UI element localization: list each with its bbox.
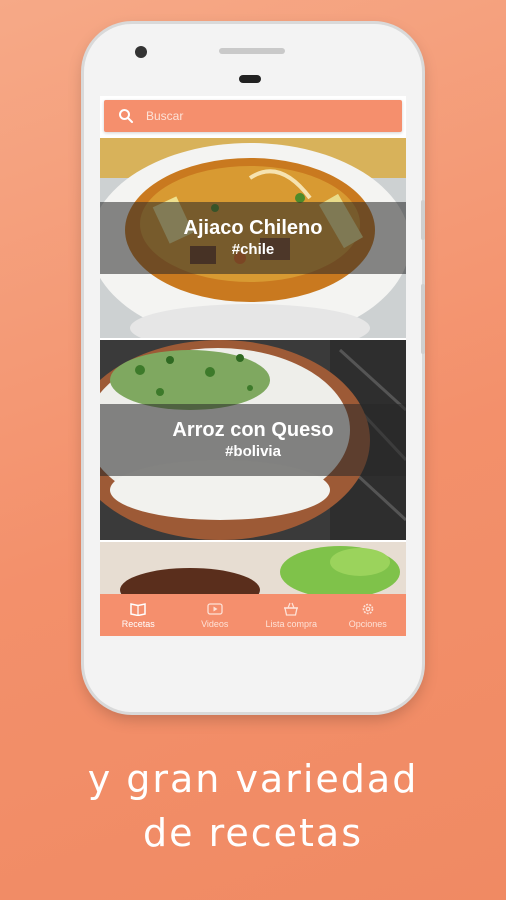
recipe-card-partial[interactable] bbox=[100, 542, 406, 598]
promo-caption: y gran variedad de recetas bbox=[0, 752, 506, 860]
nav-videos[interactable]: Videos bbox=[177, 594, 254, 636]
recipe-title: Arroz con Queso bbox=[172, 419, 334, 441]
recipe-tag: #chile bbox=[231, 241, 275, 258]
recipe-overlay: Arroz con Queso #bolivia bbox=[100, 404, 406, 476]
video-play-icon bbox=[207, 602, 223, 615]
nav-label: Opciones bbox=[348, 618, 387, 629]
nav-opciones[interactable]: Opciones bbox=[330, 594, 407, 636]
nav-recetas[interactable]: Recetas bbox=[100, 594, 177, 636]
search-input[interactable]: Buscar bbox=[146, 109, 183, 123]
search-icon bbox=[119, 109, 133, 123]
nav-label: Recetas bbox=[121, 618, 155, 629]
bottom-navigation: Recetas Videos Lista compra Opciones bbox=[100, 594, 406, 636]
nav-lista-compra[interactable]: Lista compra bbox=[253, 594, 330, 636]
caption-line-2: de recetas bbox=[142, 811, 363, 855]
gear-icon bbox=[362, 603, 374, 614]
recipe-tag: #bolivia bbox=[225, 443, 281, 460]
power-button bbox=[421, 284, 425, 354]
nav-label: Videos bbox=[201, 618, 229, 629]
app-screen: Buscar Ajiaco Chileno #chile Arroz con Q… bbox=[100, 96, 406, 636]
caption-line-1: y gran variedad bbox=[87, 757, 419, 801]
front-camera bbox=[135, 46, 147, 58]
phone-sensor bbox=[239, 75, 261, 83]
shopping-basket-icon bbox=[284, 602, 299, 616]
recipe-title: Ajiaco Chileno bbox=[183, 217, 323, 239]
recipe-book-icon bbox=[130, 602, 146, 616]
search-bar[interactable]: Buscar bbox=[104, 100, 402, 132]
recipe-photo-partial bbox=[100, 542, 406, 598]
earpiece-speaker bbox=[219, 48, 285, 54]
recipe-card-arroz[interactable]: Arroz con Queso #bolivia bbox=[100, 340, 406, 540]
recipe-overlay: Ajiaco Chileno #chile bbox=[100, 202, 406, 274]
volume-button bbox=[421, 200, 425, 240]
nav-label: Lista compra bbox=[265, 618, 318, 629]
recipe-card-ajiaco[interactable]: Ajiaco Chileno #chile bbox=[100, 138, 406, 338]
